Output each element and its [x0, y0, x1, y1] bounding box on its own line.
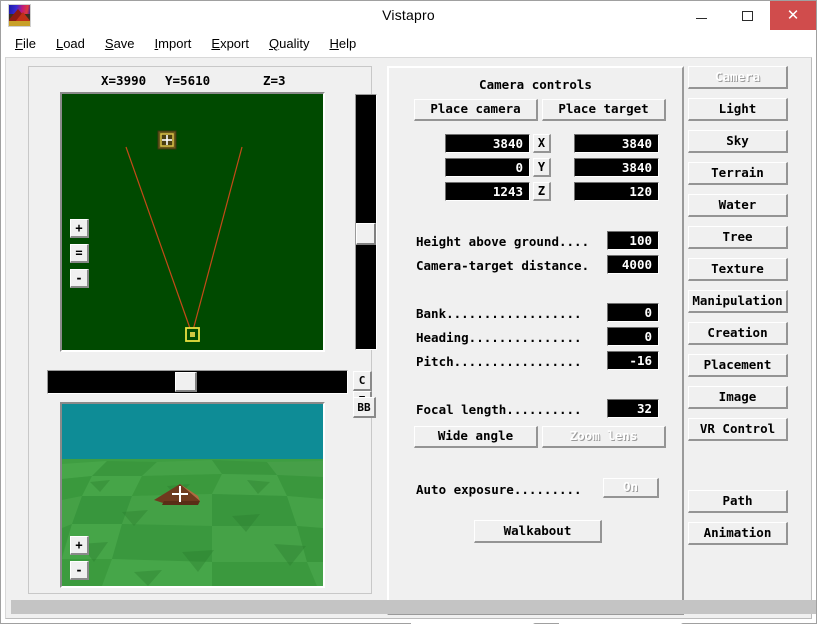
map-zoom-controls: + = -: [70, 219, 90, 294]
camera-target-distance-label: Camera-target distance.: [416, 258, 590, 273]
camera-x-field[interactable]: 3840: [445, 134, 530, 153]
target-z-field[interactable]: 120: [574, 182, 659, 201]
preview-zoom-in-button[interactable]: +: [70, 536, 89, 555]
map-overlay: [125, 130, 243, 342]
menu-item-load[interactable]: Load: [56, 34, 97, 53]
pitch-field[interactable]: -16: [607, 351, 659, 370]
preview-zoom-out-button[interactable]: -: [70, 561, 89, 580]
menu-bar: File Load Save Import Export Quality Hel…: [1, 31, 816, 56]
sidebar-separator: [688, 450, 792, 490]
camera-controls-panel: Camera controls Place camera Place targe…: [387, 66, 684, 615]
coord-z: Z=3: [263, 73, 286, 88]
close-icon[interactable]: ✕: [770, 1, 816, 30]
sidebar-item-creation[interactable]: Creation: [688, 322, 788, 345]
axis-y-button[interactable]: Y: [533, 158, 551, 177]
sidebar-item-sky[interactable]: Sky: [688, 130, 788, 153]
preview-3d-view[interactable]: [62, 404, 323, 586]
map-vertical-scrollbar[interactable]: [353, 92, 379, 352]
map-view[interactable]: [62, 94, 323, 350]
sidebar-item-vr-control[interactable]: VR Control: [688, 418, 788, 441]
bank-field[interactable]: 0: [607, 303, 659, 322]
place-camera-button[interactable]: Place camera: [414, 99, 538, 121]
auto-exposure-label: Auto exposure.........: [416, 482, 582, 497]
place-target-button[interactable]: Place target: [542, 99, 666, 121]
sidebar-item-placement[interactable]: Placement: [688, 354, 788, 377]
axis-z-button[interactable]: Z: [533, 182, 551, 201]
map-vscroll-thumb[interactable]: [356, 223, 376, 245]
bank-label: Bank..................: [416, 306, 582, 321]
map-view-frame: + = -: [60, 92, 325, 352]
focal-length-label: Focal length..........: [416, 402, 582, 417]
sidebar-item-image[interactable]: Image: [688, 386, 788, 409]
sidebar-item-animation[interactable]: Animation: [688, 522, 788, 545]
height-above-ground-label: Height above ground....: [416, 234, 590, 249]
map-panel: X=3990 Y=5610 Z=3 + = - C BB + -: [28, 66, 377, 594]
camera-z-field[interactable]: 1243: [445, 182, 530, 201]
window-controls: ✕: [678, 1, 816, 30]
client-area: X=3990 Y=5610 Z=3 + = - C BB + - Camera …: [5, 57, 816, 624]
sidebar-item-terrain[interactable]: Terrain: [688, 162, 788, 185]
menu-item-save[interactable]: Save: [105, 34, 147, 53]
pitch-label: Pitch.................: [416, 354, 582, 369]
map-boundingbox-button[interactable]: BB: [353, 397, 376, 418]
sidebar-item-manipulation[interactable]: Manipulation: [688, 290, 788, 313]
menu-item-quality[interactable]: Quality: [269, 34, 321, 53]
coord-y: Y=5610: [165, 73, 211, 88]
sidebar-item-light[interactable]: Light: [688, 98, 788, 121]
preview-zoom-controls: + -: [70, 536, 90, 586]
menu-item-help[interactable]: Help: [329, 34, 368, 53]
wide-angle-button[interactable]: Wide angle: [414, 426, 538, 448]
map-camera-button[interactable]: C: [353, 371, 372, 391]
sidebar-item-texture[interactable]: Texture: [688, 258, 788, 281]
preview-frame: + -: [60, 402, 325, 588]
preview-render: [62, 404, 323, 586]
map-hscroll-thumb[interactable]: [175, 372, 197, 392]
mode-sidebar: Camera Light Sky Terrain Water Tree Text…: [688, 66, 792, 554]
walkabout-button[interactable]: Walkabout: [474, 520, 602, 543]
status-bar: [11, 600, 816, 614]
minimize-button[interactable]: [678, 1, 724, 30]
auto-exposure-toggle[interactable]: On: [603, 478, 659, 498]
sidebar-item-tree[interactable]: Tree: [688, 226, 788, 249]
target-x-field[interactable]: 3840: [574, 134, 659, 153]
coord-x: X=3990: [101, 73, 147, 88]
sidebar-item-camera[interactable]: Camera: [688, 66, 788, 89]
title-bar: Vistapro ✕: [1, 1, 816, 31]
menu-item-file[interactable]: File: [15, 34, 48, 53]
heading-field[interactable]: 0: [607, 327, 659, 346]
coordinate-readout: X=3990 Y=5610 Z=3: [29, 73, 373, 88]
axis-x-button[interactable]: X: [533, 134, 551, 153]
zoom-lens-button: Zoom lens: [542, 426, 666, 448]
camera-y-field[interactable]: 0: [445, 158, 530, 177]
sidebar-item-water[interactable]: Water: [688, 194, 788, 217]
height-above-ground-field[interactable]: 100: [607, 231, 659, 250]
heading-label: Heading...............: [416, 330, 582, 345]
map-zoom-out-button[interactable]: -: [70, 269, 89, 288]
map-zoom-reset-button[interactable]: =: [70, 244, 89, 263]
map-zoom-in-button[interactable]: +: [70, 219, 89, 238]
maximize-button[interactable]: [724, 1, 770, 30]
menu-item-import[interactable]: Import: [155, 34, 204, 53]
vistapro-window: Vistapro ✕ File Load Save Import Export …: [0, 0, 817, 624]
map-horizontal-scrollbar[interactable]: [47, 370, 350, 396]
camera-target-distance-field[interactable]: 4000: [607, 255, 659, 274]
target-y-field[interactable]: 3840: [574, 158, 659, 177]
sidebar-item-path[interactable]: Path: [688, 490, 788, 513]
map-vscroll-track[interactable]: [355, 94, 377, 350]
focal-length-field[interactable]: 32: [607, 399, 659, 418]
map-hscroll-track[interactable]: [47, 370, 348, 394]
camera-controls-title: Camera controls: [479, 77, 592, 92]
menu-item-export[interactable]: Export: [211, 34, 261, 53]
